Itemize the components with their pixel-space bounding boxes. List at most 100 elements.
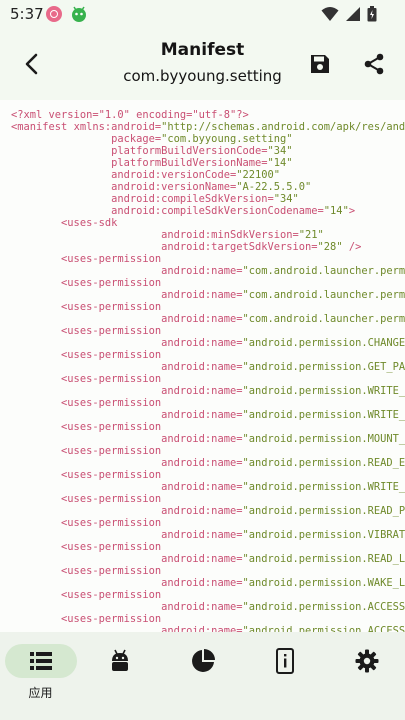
code-token: android:name= [161,505,243,517]
code-line: <uses-permission [11,613,405,625]
nav-item-settings[interactable] [326,632,405,720]
code-line: android:name="android.permission.VIBRATE… [11,529,405,541]
code-token: <uses-permission [61,493,162,505]
code-line: android:versionCode="22100" [11,169,405,181]
code-token: "android.permission.CHANGE_NETWORK_STATE… [242,337,405,349]
code-token: android:name= [161,481,243,493]
code-token: "22100" [236,169,281,181]
gear-icon [355,649,378,673]
nav-pill-device-info [249,644,321,678]
code-token: platformBuildVersionCode= [111,145,268,157]
nav-item-android[interactable] [79,632,160,720]
code-token: "21" [298,229,324,241]
code-line: android:name="android.permission.ACCESS_… [11,625,405,632]
code-token: "android.permission.ACCESS_NETWORK_STATE… [242,625,405,632]
back-button[interactable] [14,46,50,82]
wifi-icon [321,6,339,26]
code-line: <uses-permission [11,445,405,457]
code-line: android:name="com.android.launcher.permi… [11,289,405,301]
code-line: <uses-permission [11,325,405,337]
code-token: <uses-sdk [61,217,118,229]
code-line: android:name="android.permission.WRITE_S… [11,385,405,397]
code-line: android:name="android.permission.READ_LO… [11,553,405,565]
code-token: "android.permission.WRITE_EXTERNAL_STORA… [242,481,405,493]
code-token: "android.permission.READ_EXTERNAL_STORAG… [242,457,405,469]
code-token: "android.permission.WRITE_SECURE_SETTING… [242,409,405,421]
code-token: android:name= [161,265,243,277]
code-token: android:name= [161,625,243,632]
code-token: android:name= [161,361,243,373]
code-token: "28" [317,241,343,253]
code-token: <?xml version="1.0" encoding="utf-8"?> [11,109,249,121]
bottom-navigation: 应用 [0,632,405,720]
code-line: android:name="android.permission.READ_EX… [11,457,405,469]
code-token: "com.android.launcher.permission.WRITE_S… [242,289,405,301]
code-token: android:name= [161,337,243,349]
code-token: android:name= [161,433,243,445]
code-token: android:name= [161,409,243,421]
code-line: android:compileSdkVersionCodename="14"> [11,205,405,217]
battery-icon [367,6,377,26]
code-token: "http://schemas.android.com/apk/res/andr… [161,121,405,133]
code-token: android:name= [161,601,243,613]
code-token: android:compileSdkVersionCodename= [111,205,324,217]
save-icon [311,55,329,73]
nav-item-device-info[interactable] [244,632,325,720]
code-token: "com.android.launcher.permission.READ_SE… [242,265,405,277]
code-token: android:name= [161,313,243,325]
code-line: android:name="android.permission.CHANGE_… [11,337,405,349]
title-block: Manifest com.byyoung.setting [100,38,305,87]
code-token: "android.permission.MOUNT_UNMOUNT_FILESY… [242,433,405,445]
code-line: package="com.byyoung.setting" [11,133,405,145]
code-line: android:targetSdkVersion="28" /> [11,241,405,253]
code-token: "14" [323,205,349,217]
code-token: <uses-permission [61,589,162,601]
manifest-code-view[interactable]: <?xml version="1.0" encoding="utf-8"?> <m… [0,100,405,632]
save-button[interactable] [302,46,338,82]
code-token: "34" [273,193,299,205]
code-token: "android.permission.READ_PHONE_STATE" [242,505,405,517]
code-token: "android.permission.VIBRATE" [242,529,405,541]
nav-item-apps[interactable]: 应用 [0,632,81,720]
app-bar: Manifest com.byyoung.setting [0,28,405,100]
code-token: android:name= [161,457,243,469]
code-token: > [348,205,356,217]
page-subtitle: com.byyoung.setting [123,67,282,85]
code-token: <manifest [11,121,74,133]
nav-item-statistics[interactable] [162,632,243,720]
code-token: <uses-permission [61,613,162,625]
device-info-icon [275,648,294,674]
code-token: <uses-permission [61,445,162,457]
code-line: <uses-permission [11,277,405,289]
code-line: android:name="android.permission.READ_PH… [11,505,405,517]
page-title: Manifest [160,40,245,60]
code-line: android:compileSdkVersion="34" [11,193,405,205]
notification-app-icon [46,6,62,22]
code-token: android:compileSdkVersion= [111,193,274,205]
share-button[interactable] [356,46,392,82]
code-token: "android.permission.WRITE_SETTINGS" [242,385,405,397]
code-token: android:name= [161,289,243,301]
